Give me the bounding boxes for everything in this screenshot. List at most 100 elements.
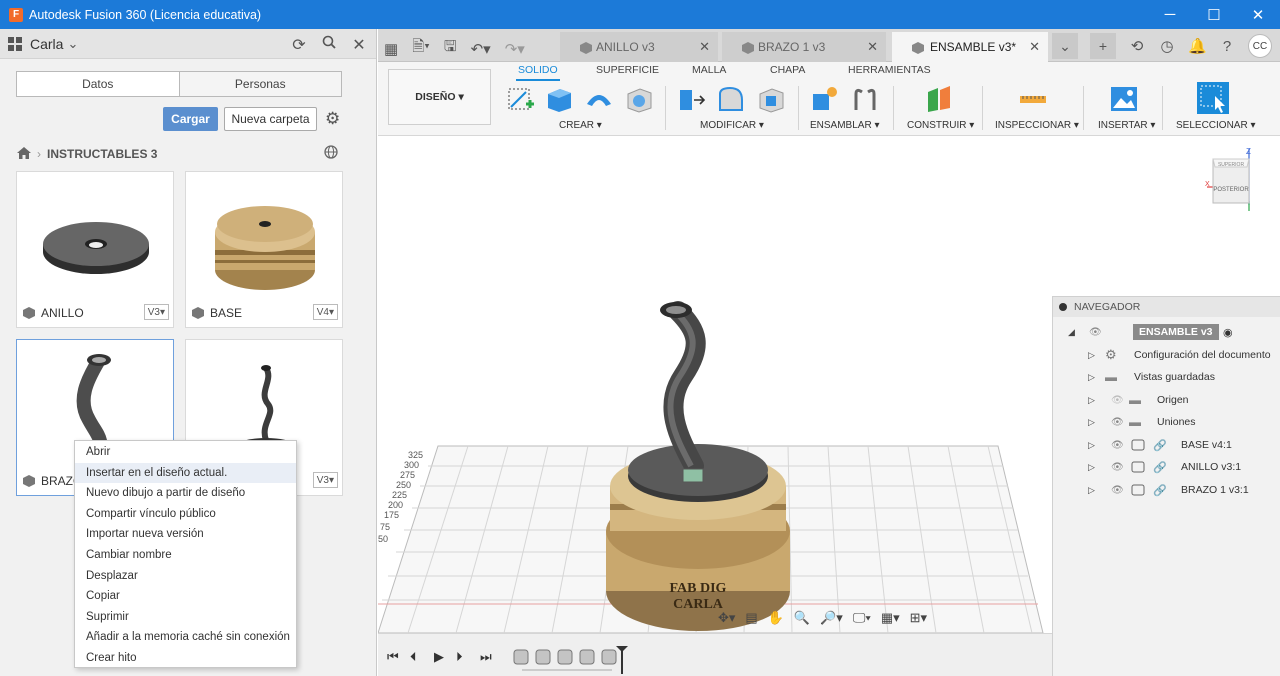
- menu-item-desplazar[interactable]: Desplazar: [75, 566, 296, 587]
- press-pull-icon[interactable]: [676, 84, 706, 114]
- close-icon[interactable]: ✕: [867, 39, 878, 55]
- maximize-button[interactable]: ☐: [1192, 0, 1236, 29]
- root-component-label[interactable]: ENSAMBLE v3: [1133, 324, 1219, 340]
- menu-item-abrir[interactable]: Abrir: [75, 442, 296, 463]
- timeline-features[interactable]: [512, 646, 632, 674]
- version-dropdown[interactable]: V3▾: [312, 472, 338, 488]
- menu-item-copiar[interactable]: Copiar: [75, 586, 296, 607]
- file-menu-icon[interactable]: 🗎▾: [412, 36, 430, 61]
- offset-plane-icon[interactable]: [924, 84, 954, 114]
- chevron-down-icon[interactable]: ⌄: [67, 36, 78, 52]
- fillet-icon[interactable]: [716, 84, 746, 114]
- step-forward-icon[interactable]: ⏵: [456, 649, 463, 665]
- doc-tab-ensamble[interactable]: ENSAMBLE v3* ✕: [892, 32, 1048, 62]
- tab-malla[interactable]: MALLA: [692, 64, 726, 76]
- visibility-icon[interactable]: 👁: [1089, 327, 1102, 338]
- group-inspeccionar[interactable]: INSPECCIONAR ▾: [995, 120, 1079, 131]
- orbit-icon[interactable]: ✥▾: [718, 610, 735, 626]
- zoom-icon[interactable]: 🔍: [794, 610, 810, 626]
- visibility-icon[interactable]: 👁: [1111, 462, 1124, 473]
- minimize-button[interactable]: ─: [1148, 0, 1192, 29]
- menu-item-suprimir[interactable]: Suprimir: [75, 607, 296, 628]
- create-sketch-icon[interactable]: [506, 84, 536, 114]
- tab-solido[interactable]: SOLIDO: [516, 64, 560, 81]
- step-back-icon[interactable]: ⏴: [410, 649, 417, 665]
- breadcrumb-project[interactable]: INSTRUCTABLES 3: [47, 147, 157, 161]
- upload-button[interactable]: Cargar: [163, 107, 218, 131]
- version-dropdown[interactable]: V3▾: [143, 304, 169, 320]
- viewports-icon[interactable]: ⊞▾: [910, 610, 927, 626]
- group-ensamblar[interactable]: ENSAMBLAR ▾: [810, 120, 879, 131]
- globe-icon[interactable]: [324, 145, 338, 162]
- new-folder-button[interactable]: Nueva carpeta: [224, 107, 317, 131]
- new-tab-button[interactable]: +: [1090, 33, 1116, 59]
- tab-overflow-button[interactable]: ⌄: [1052, 33, 1078, 59]
- group-crear[interactable]: CREAR ▾: [559, 120, 602, 131]
- shell-icon[interactable]: [756, 84, 786, 114]
- save-icon[interactable]: 🖫: [444, 36, 457, 61]
- visibility-icon[interactable]: 👁: [1111, 440, 1124, 451]
- tab-herramientas[interactable]: HERRAMIENTAS: [848, 64, 931, 76]
- look-at-icon[interactable]: ▤: [745, 610, 757, 626]
- notifications-icon[interactable]: 🔔: [1188, 37, 1207, 55]
- tree-item[interactable]: ▷ 👁 ▬ Uniones: [1053, 411, 1280, 433]
- help-icon[interactable]: ?: [1218, 38, 1236, 55]
- go-to-end-icon[interactable]: ⏭: [480, 649, 492, 665]
- group-construir[interactable]: CONSTRUIR ▾: [907, 120, 974, 131]
- apps-grid-icon[interactable]: [8, 36, 22, 51]
- extensions-icon[interactable]: ⟲: [1128, 37, 1146, 55]
- file-card-anillo[interactable]: ANILLO V3▾: [16, 171, 174, 328]
- refresh-icon[interactable]: ⟳: [290, 35, 308, 55]
- avatar[interactable]: CC: [1248, 34, 1272, 58]
- revolve-icon[interactable]: [584, 84, 614, 114]
- expand-triangle-icon[interactable]: ▷: [1088, 462, 1095, 473]
- activate-radio-icon[interactable]: ◉: [1223, 326, 1233, 339]
- tree-item[interactable]: ▷ 👁 🔗 ANILLO v3:1: [1053, 456, 1280, 478]
- gear-icon[interactable]: ⚙: [325, 109, 340, 129]
- visibility-icon[interactable]: 👁: [1111, 417, 1124, 428]
- version-dropdown[interactable]: V4▾: [312, 304, 338, 320]
- doc-tab-anillo[interactable]: ANILLO v3 ✕: [560, 32, 718, 62]
- group-insertar[interactable]: INSERTAR ▾: [1098, 120, 1155, 131]
- view-cube[interactable]: Z X SUPERIOR POSTERIOR: [1205, 145, 1261, 215]
- menu-item-compartir[interactable]: Compartir vínculo público: [75, 504, 296, 525]
- file-card-base[interactable]: BASE V4▾: [185, 171, 343, 328]
- tree-item[interactable]: ▷ ▬ Vistas guardadas: [1053, 366, 1280, 388]
- play-icon[interactable]: ▶: [434, 649, 444, 665]
- apps-grid-icon[interactable]: ▦: [384, 40, 398, 58]
- joint-icon[interactable]: [850, 84, 880, 114]
- close-icon[interactable]: ✕: [350, 35, 368, 55]
- tree-root[interactable]: ◢ 👁 ENSAMBLE v3 ◉: [1053, 321, 1280, 343]
- expand-triangle-icon[interactable]: ▷: [1088, 350, 1095, 361]
- tree-item[interactable]: ▷ 👁 🔗 BASE v4:1: [1053, 434, 1280, 456]
- close-icon[interactable]: ✕: [699, 39, 710, 55]
- doc-tab-brazo[interactable]: BRAZO 1 v3 ✕: [722, 32, 886, 62]
- menu-item-crear-hito[interactable]: Crear hito: [75, 648, 296, 669]
- visibility-icon[interactable]: 👁: [1111, 395, 1124, 406]
- group-modificar[interactable]: MODIFICAR ▾: [700, 120, 764, 131]
- collapse-triangle-icon[interactable]: ◢: [1068, 327, 1075, 338]
- tab-chapa[interactable]: CHAPA: [770, 64, 805, 76]
- menu-item-cache[interactable]: Añadir a la memoria caché sin conexión: [75, 627, 296, 648]
- workspace-dropdown[interactable]: DISEÑO ▾: [388, 69, 491, 125]
- tree-item[interactable]: ▷ 👁 🔗 BRAZO 1 v3:1: [1053, 479, 1280, 501]
- navigator-header[interactable]: NAVEGADOR: [1053, 297, 1280, 317]
- tab-superficie[interactable]: SUPERFICIE: [596, 64, 659, 76]
- home-icon[interactable]: [17, 146, 31, 162]
- expand-triangle-icon[interactable]: ▷: [1088, 372, 1095, 383]
- measure-icon[interactable]: [1018, 84, 1048, 114]
- display-settings-icon[interactable]: 🖵▾: [853, 610, 871, 626]
- group-seleccionar[interactable]: SELECCIONAR ▾: [1176, 120, 1255, 131]
- pan-icon[interactable]: ✋: [768, 610, 784, 626]
- menu-item-insertar[interactable]: Insertar en el diseño actual.: [75, 462, 296, 484]
- redo-icon[interactable]: ↷▾: [505, 40, 525, 58]
- expand-triangle-icon[interactable]: ▷: [1088, 485, 1095, 496]
- expand-triangle-icon[interactable]: ▷: [1088, 440, 1095, 451]
- go-to-start-icon[interactable]: ⏮: [387, 649, 399, 665]
- expand-triangle-icon[interactable]: ▷: [1088, 395, 1095, 406]
- search-icon[interactable]: [320, 35, 338, 55]
- fit-icon[interactable]: 🔎▾: [820, 610, 843, 626]
- expand-triangle-icon[interactable]: ▷: [1088, 417, 1095, 428]
- insert-image-icon[interactable]: [1109, 84, 1139, 114]
- grid-settings-icon[interactable]: ▦▾: [881, 610, 900, 626]
